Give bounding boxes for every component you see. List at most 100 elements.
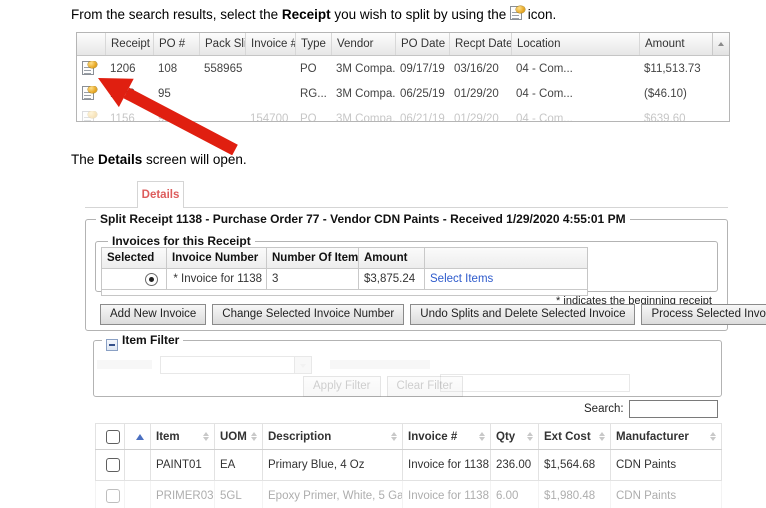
sort-arrows-icon[interactable] (391, 432, 397, 441)
items-header-item[interactable]: Item (151, 424, 215, 449)
cell-recptdate: 01/29/20 (449, 88, 511, 100)
sort-arrows-icon[interactable] (599, 432, 605, 441)
select-all-checkbox[interactable] (106, 430, 120, 444)
items-header-item-label: Item (156, 431, 180, 443)
results-header-row: Receipt # PO # Pack Slip Invoice # Type … (77, 33, 729, 56)
cell-location: 04 - Com... (511, 63, 639, 75)
cell-invoice: Invoice for 1138 (403, 481, 491, 508)
cell-item: PRIMER03 (151, 481, 215, 508)
items-table: Item UOM Description Invoice # Qty Ext C… (95, 423, 722, 508)
items-header-invoice-label: Invoice # (408, 431, 457, 443)
cell-qty: 6.00 (491, 481, 539, 508)
invoices-table: Selected Invoice Number Number Of Items … (101, 247, 588, 296)
sort-down-glyph (479, 437, 485, 441)
item-filter-field-label-2 (330, 360, 430, 369)
results-scroll-button[interactable] (712, 33, 729, 55)
item-filter-field-label-1 (97, 360, 152, 369)
sort-arrows-icon[interactable] (251, 432, 257, 441)
item-filter-legend-text: Item Filter (122, 333, 179, 347)
invoice-items-cell: 3 (266, 269, 358, 289)
cell-extcost: $1,564.68 (539, 450, 611, 480)
invoice-row: * Invoice for 1138 3 $3,875.24 Select It… (102, 268, 587, 289)
cell-invoice: Invoice for 1138 (403, 450, 491, 480)
sort-up-glyph (527, 432, 533, 436)
invoices-header-items: Number Of Items (266, 248, 358, 268)
collapse-minus-icon[interactable] (106, 339, 118, 351)
items-header-invoice[interactable]: Invoice # (403, 424, 491, 449)
select-items-link[interactable]: Select Items (424, 269, 587, 289)
sort-up-glyph (599, 432, 605, 436)
sort-asc-icon (136, 434, 144, 440)
invoices-header-amount: Amount (358, 248, 424, 268)
cell-type: RG... (295, 88, 331, 100)
cell-amount: ($46.10) (639, 88, 713, 100)
split-receipt-icon-lines (512, 12, 519, 20)
item-filter-dropdown[interactable] (160, 356, 312, 374)
items-header-extcost-label: Ext Cost (544, 431, 591, 443)
radio-dot-icon (149, 277, 154, 282)
item-filter-text-input[interactable] (440, 374, 630, 392)
add-new-invoice-button[interactable]: Add New Invoice (100, 304, 206, 325)
items-header-manufacturer-label: Manufacturer (616, 431, 689, 443)
cell-amount: $639.60 (639, 113, 713, 123)
items-header-uom[interactable]: UOM (215, 424, 263, 449)
invoice-amount-cell: $3,875.24 (358, 269, 424, 289)
chevron-down-icon (294, 357, 311, 373)
cell-location: 04 - Com... (511, 113, 639, 123)
invoices-header-row: Selected Invoice Number Number Of Items … (102, 248, 587, 268)
minus-glyph (109, 344, 115, 346)
items-header-manufacturer[interactable]: Manufacturer (611, 424, 722, 449)
sort-arrows-icon[interactable] (203, 432, 209, 441)
cell-vendor: 3M Compa... (331, 63, 395, 75)
results-header-recptdate: Recpt Date (449, 33, 511, 55)
results-header-receipt: Receipt # (105, 33, 153, 55)
cell-recptdate: 01/29/20 (449, 113, 511, 123)
items-header-row: Item UOM Description Invoice # Qty Ext C… (95, 424, 722, 450)
sort-arrows-icon[interactable] (527, 432, 533, 441)
tab-details[interactable]: Details (137, 181, 184, 208)
cell-extcost: $1,980.48 (539, 481, 611, 508)
item-row-primer03: PRIMER03 5GL Epoxy Primer, White, 5 Gal … (95, 481, 722, 508)
cell-qty: 236.00 (491, 450, 539, 480)
page: From the search results, select the Rece… (0, 0, 766, 508)
results-header-invoice: Invoice # (245, 33, 295, 55)
invoices-fieldset-legend: Invoices for this Receipt (108, 234, 255, 248)
undo-splits-delete-invoice-button[interactable]: Undo Splits and Delete Selected Invoice (410, 304, 635, 325)
change-invoice-number-button[interactable]: Change Selected Invoice Number (212, 304, 404, 325)
intro-suffix: icon. (524, 7, 556, 22)
cell-uom: EA (215, 450, 263, 480)
items-header-qty[interactable]: Qty (491, 424, 539, 449)
row-checkbox[interactable] (106, 489, 120, 503)
items-header-extcost[interactable]: Ext Cost (539, 424, 611, 449)
sort-down-glyph (710, 437, 716, 441)
process-invoice-now-button[interactable]: Process Selected Invoice Now (641, 304, 766, 325)
cell-location: 04 - Com... (511, 88, 639, 100)
intro-text: From the search results, select the Rece… (71, 6, 556, 22)
items-header-description[interactable]: Description (263, 424, 403, 449)
sort-arrows-icon[interactable] (710, 432, 716, 441)
cell-invoice: 154700 (245, 113, 295, 123)
cell-podate: 09/17/19 (395, 63, 449, 75)
split-receipt-icon (510, 6, 524, 22)
cell-amount: $11,513.73 (639, 63, 713, 75)
invoice-selected-radio[interactable] (145, 273, 158, 286)
invoice-number-cell: * Invoice for 1138 (166, 269, 266, 289)
apply-filter-button[interactable]: Apply Filter (303, 376, 381, 397)
sort-up-glyph (710, 432, 716, 436)
search-input[interactable] (629, 400, 718, 418)
sort-down-glyph (203, 437, 209, 441)
cell-vendor: 3M Compa... (331, 88, 395, 100)
clear-filter-button[interactable]: Clear Filter (387, 376, 463, 397)
sort-arrows-icon[interactable] (479, 432, 485, 441)
results-header-po: PO # (153, 33, 199, 55)
cell-podate: 06/25/19 (395, 88, 449, 100)
cell-type: PO (295, 113, 331, 123)
intro-bold-receipt: Receipt (282, 7, 331, 22)
item-row-paint01: PAINT01 EA Primary Blue, 4 Oz Invoice fo… (95, 450, 722, 481)
row-indicator-cell (125, 450, 151, 480)
row-checkbox[interactable] (106, 458, 120, 472)
sort-up-glyph (251, 432, 257, 436)
results-header-location: Location (511, 33, 639, 55)
cell-description: Epoxy Primer, White, 5 Gal (263, 481, 403, 508)
cell-manufacturer: CDN Paints (611, 450, 722, 480)
